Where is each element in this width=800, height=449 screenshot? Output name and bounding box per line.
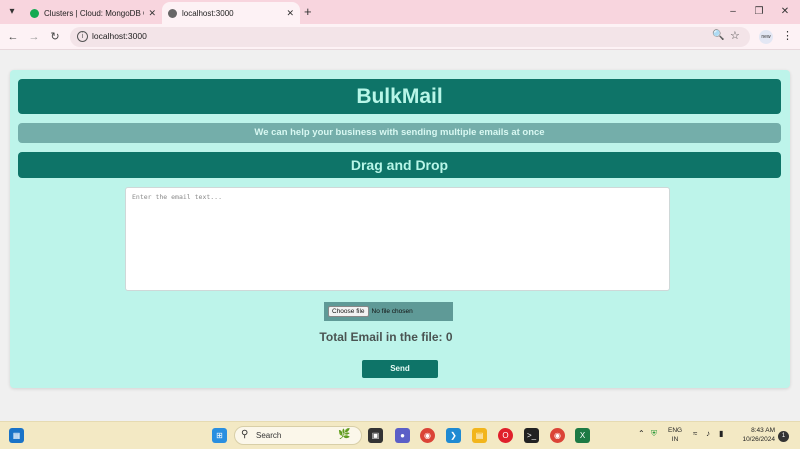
taskbar-search[interactable]: ⚲ Search 🌿 [234, 426, 362, 445]
profile-avatar[interactable]: new [759, 30, 773, 44]
new-tab-icon[interactable]: + [304, 4, 312, 20]
tab-title: localhost:3000 [182, 8, 234, 18]
back-icon[interactable]: ← [6, 29, 20, 45]
wifi-icon[interactable]: ≈ [693, 429, 697, 438]
shield-icon[interactable]: ⛨ [651, 429, 657, 439]
search-label: Search [256, 431, 282, 440]
restore-icon[interactable]: ❐ [751, 4, 767, 20]
forward-icon[interactable]: → [27, 29, 41, 45]
total-email-count: Total Email in the file: 0 [319, 330, 453, 344]
search-highlight-icon: 🌿 [338, 429, 351, 440]
section-title: Drag and Drop [18, 152, 781, 178]
taskbar: ▦ ⊞ ⚲ Search 🌿 ▣ ● ◉ ❯ ▤ O >_ ◉ X ⌃ ⛨ EN… [0, 421, 800, 449]
file-status: No file chosen [371, 308, 413, 315]
file-explorer-icon[interactable]: ▤ [472, 428, 487, 443]
windows-start-icon[interactable]: ⊞ [212, 428, 227, 443]
tray-chevron-icon[interactable]: ⌃ [638, 429, 645, 438]
site-info-icon[interactable]: i [77, 31, 88, 42]
send-button[interactable]: Send [362, 360, 438, 378]
minimize-icon[interactable]: – [725, 4, 741, 20]
meet-icon[interactable]: ● [395, 428, 410, 443]
tab-localhost[interactable]: localhost:3000 ✕ [162, 2, 300, 24]
app-subtitle: We can help your business with sending m… [18, 123, 781, 143]
email-text-input[interactable] [125, 187, 670, 291]
chrome-active-icon[interactable]: ◉ [550, 428, 565, 443]
reload-icon[interactable]: ↻ [48, 29, 62, 45]
opera-icon[interactable]: O [498, 428, 513, 443]
close-window-icon[interactable]: ✕ [777, 4, 793, 20]
file-input[interactable]: Choose file No file chosen [324, 302, 453, 321]
browser-toolbar: ← → ↻ i localhost:3000 🔍 ☆ new ⋮ [0, 24, 800, 50]
mongodb-leaf-icon [30, 8, 39, 18]
globe-icon [168, 8, 177, 18]
choose-file-button[interactable]: Choose file [328, 306, 369, 317]
address-bar[interactable]: i localhost:3000 🔍 ☆ [70, 27, 750, 47]
tab-mongodb[interactable]: Clusters | Cloud: MongoDB Cloud ✕ [24, 2, 162, 24]
close-tab-icon[interactable]: ✕ [286, 8, 294, 19]
zoom-icon[interactable]: 🔍 [712, 30, 724, 41]
notification-badge[interactable]: 1 [778, 431, 789, 442]
search-icon: ⚲ [241, 429, 249, 440]
date-text: 10/26/2024 [742, 436, 775, 443]
page-viewport: BulkMail We can help your business with … [0, 51, 800, 421]
time-text: 8:43 AM [751, 427, 775, 434]
task-view-icon[interactable]: ▣ [368, 428, 383, 443]
browser-menu-icon[interactable]: ⋮ [782, 29, 793, 42]
tab-title: Clusters | Cloud: MongoDB Cloud [44, 8, 144, 18]
close-tab-icon[interactable]: ✕ [148, 8, 156, 19]
vscode-icon[interactable]: ❯ [446, 428, 461, 443]
tab-search-icon[interactable]: ▾ [4, 4, 20, 20]
battery-icon[interactable]: ▮ [719, 429, 723, 438]
clock[interactable]: 8:43 AM 10/26/2024 [735, 426, 775, 444]
terminal-icon[interactable]: >_ [524, 428, 539, 443]
excel-icon[interactable]: X [575, 428, 590, 443]
bookmark-star-icon[interactable]: ☆ [730, 29, 740, 42]
volume-icon[interactable]: ♪ [706, 429, 710, 438]
language-region: IN [671, 436, 679, 443]
widgets-icon[interactable]: ▦ [9, 428, 24, 443]
chrome-icon[interactable]: ◉ [420, 428, 435, 443]
bulkmail-card: BulkMail We can help your business with … [10, 70, 790, 388]
browser-tab-bar: ▾ Clusters | Cloud: MongoDB Cloud ✕ loca… [0, 0, 800, 24]
language-indicator[interactable]: ENG IN [668, 426, 682, 444]
url-text[interactable]: localhost:3000 [92, 31, 147, 41]
language-code: ENG [668, 427, 683, 434]
app-title: BulkMail [18, 79, 781, 114]
